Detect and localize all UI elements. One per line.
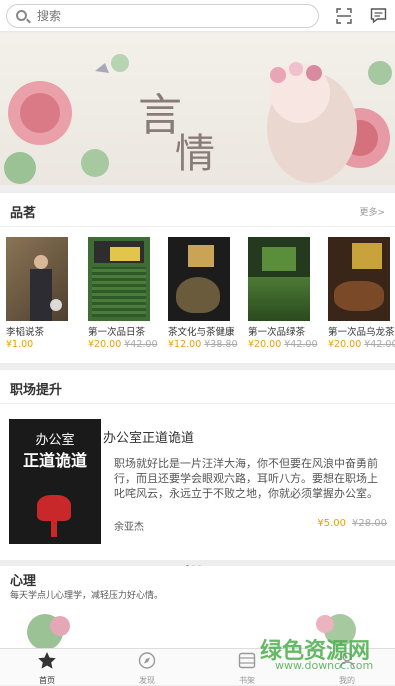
book-name: 茶文化与茶健康	[168, 327, 235, 338]
book-author: 余亚杰	[114, 522, 144, 533]
banner-title-2: 情	[175, 131, 215, 177]
tab-discover[interactable]: 发现	[117, 652, 177, 686]
book-name: 第一次品绿茶	[248, 327, 306, 338]
scan-icon[interactable]	[336, 8, 352, 24]
search-box[interactable]	[6, 4, 319, 28]
section-title: 品茗	[10, 206, 37, 221]
book-price: ¥1.00	[6, 339, 34, 350]
star-icon	[38, 652, 56, 669]
book-item[interactable]: 第一次品绿茶 ¥20.00 ¥42.00	[248, 237, 318, 350]
career-section: 职场提升 办公室 正道诡道 办公室正道诡道 职场就好比是一片汪洋大海，你不但要在…	[0, 370, 395, 568]
book-price: ¥12.00 ¥38.80	[168, 339, 238, 350]
book-name: 李韬说茶	[6, 327, 45, 338]
top-bar	[0, 0, 395, 32]
book-cover	[88, 237, 150, 321]
search-icon	[16, 10, 27, 21]
book-item[interactable]: 茶文化与茶健康 ¥12.00 ¥38.80	[168, 237, 238, 350]
book-price: ¥20.00 ¥42.00	[88, 339, 158, 350]
book-name: 第一次品乌龙茶	[328, 327, 395, 338]
book-cover	[248, 237, 310, 321]
book-price: ¥20.00 ¥42.00	[328, 339, 395, 350]
more-link[interactable]: 更多>	[359, 205, 385, 218]
search-input[interactable]	[37, 8, 307, 24]
book-description: 职场就好比是一片汪洋大海，你不但要在风浪中奋勇前行，而且还要学会眼观六路，耳听八…	[114, 457, 378, 500]
book-item[interactable]: 第一次品日茶 ¥20.00 ¥42.00	[88, 237, 158, 350]
book-cover	[328, 237, 390, 321]
watermark-url: www.downcc.com	[275, 659, 374, 672]
message-icon[interactable]	[370, 7, 387, 24]
section-title: 职场提升	[10, 383, 63, 398]
book-name: 第一次品日茶	[88, 327, 146, 338]
book-item[interactable]: 李韬说茶 ¥1.00	[6, 237, 72, 350]
book-cover[interactable]: 办公室 正道诡道	[9, 419, 101, 544]
tab-home[interactable]: 首页	[17, 652, 77, 686]
compass-icon	[138, 652, 156, 669]
tea-section: 品茗 更多> 李韬说茶 ¥1.00 第一次品日茶 ¥20.00 ¥42.00 茶文…	[0, 193, 395, 363]
section-subtitle: 每天学点儿心理学，减轻压力好心情。	[10, 591, 164, 601]
bookshelf-icon	[238, 652, 256, 669]
section-title: 心理	[10, 574, 37, 589]
book-cover	[6, 237, 68, 321]
section-header: 职场提升	[0, 370, 395, 404]
banner[interactable]: 言 情	[0, 33, 395, 185]
section-header: 品茗 更多>	[0, 193, 395, 227]
book-title[interactable]: 办公室正道诡道	[103, 427, 194, 446]
book-price: ¥5.00 ¥28.00	[317, 518, 387, 529]
book-cover	[168, 237, 230, 321]
book-price: ¥20.00 ¥42.00	[248, 339, 318, 350]
book-item[interactable]: 第一次品乌龙茶 ¥20.00 ¥42.00	[328, 237, 395, 350]
